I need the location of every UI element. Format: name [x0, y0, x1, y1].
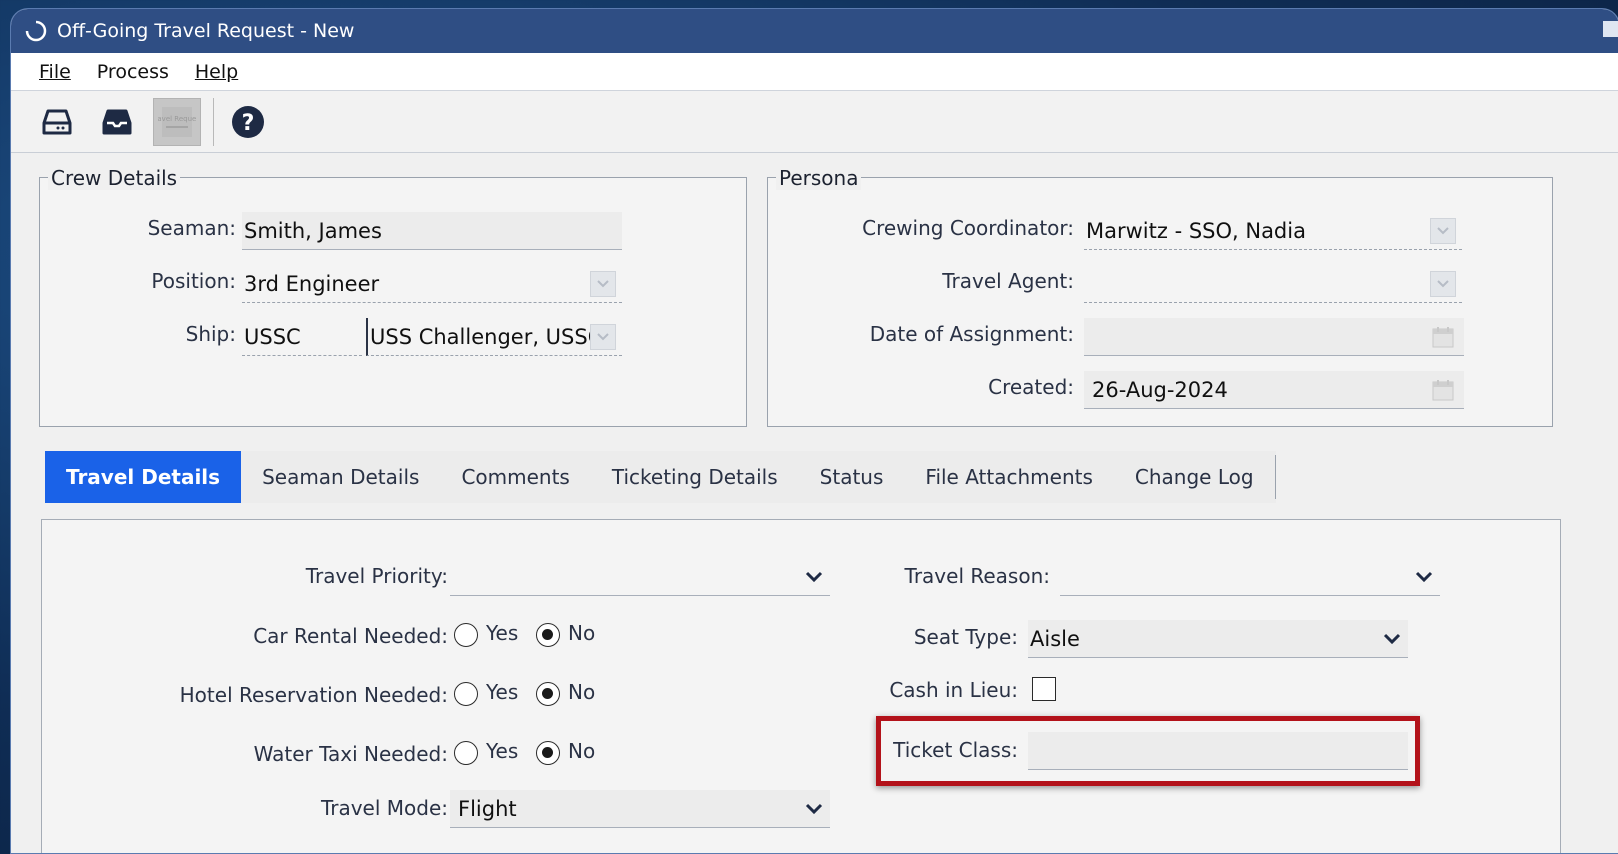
calendar-icon[interactable] [1430, 377, 1456, 403]
water-taxi-yes-radio[interactable] [454, 741, 478, 765]
created-label: Created: [988, 375, 1074, 399]
crewing-coordinator-value: Marwitz - SSO, Nadia [1086, 218, 1306, 243]
tab-travel-details[interactable]: Travel Details [45, 451, 242, 503]
title-bar: Off-Going Travel Request - New [11, 9, 1618, 53]
cash-in-lieu-checkbox[interactable] [1032, 677, 1056, 701]
travel-agent-label: Travel Agent: [942, 269, 1074, 293]
menu-help[interactable]: Help [195, 61, 238, 83]
travel-mode-select[interactable]: Flight [450, 790, 830, 828]
tab-bar-end-divider [1274, 455, 1276, 499]
svg-text:?: ? [242, 111, 255, 136]
date-of-assignment-label: Date of Assignment: [869, 322, 1074, 346]
travel-priority-select[interactable] [450, 558, 830, 596]
save-button[interactable] [33, 98, 81, 146]
travel-mode-value: Flight [458, 796, 517, 821]
hotel-no-radio[interactable] [536, 682, 560, 706]
crewing-coordinator-label: Crewing Coordinator: [862, 216, 1074, 240]
menu-file-label: File [39, 60, 71, 83]
car-rental-yes-radio[interactable] [454, 623, 478, 647]
travel-agent-select[interactable] [1084, 265, 1462, 303]
chevron-down-icon [590, 324, 616, 350]
position-value: 3rd Engineer [244, 271, 380, 296]
car-rental-no-radio[interactable] [536, 623, 560, 647]
travel-reason-select[interactable] [1060, 558, 1440, 596]
car-rental-yes-label: Yes [486, 621, 519, 645]
hotel-reservation-label: Hotel Reservation Needed: [179, 683, 448, 707]
inbox-button[interactable] [93, 98, 141, 146]
date-of-assignment-field[interactable] [1084, 318, 1464, 356]
calendar-icon[interactable] [1430, 324, 1456, 350]
travel-details-panel: Travel Priority: Car Rental Needed: Yes … [41, 519, 1561, 853]
menu-help-label: Help [194, 60, 239, 83]
window-restore-icon[interactable] [1599, 17, 1618, 43]
chevron-down-icon [1415, 571, 1433, 583]
ship-name-select[interactable]: USS Challenger, USSC [366, 318, 622, 356]
ship-name-value: USS Challenger, USSC [370, 324, 603, 349]
toolbar: Travel Request ? [11, 91, 1618, 153]
ship-code-value: USSC [244, 324, 301, 349]
hotel-yes-label: Yes [486, 680, 519, 704]
created-value: 26-Aug-2024 [1092, 377, 1228, 402]
chevron-down-icon [805, 571, 823, 583]
tab-ticketing-details[interactable]: Ticketing Details [591, 451, 799, 503]
chevron-down-icon [1430, 218, 1456, 244]
ship-code-field[interactable]: USSC [242, 318, 362, 356]
help-icon: ? [232, 105, 264, 138]
tab-comments[interactable]: Comments [440, 451, 590, 503]
crew-details-legend: Crew Details [48, 166, 181, 190]
help-button[interactable]: ? [224, 98, 272, 146]
seaman-field[interactable]: Smith, James [242, 212, 622, 250]
toolbar-separator [213, 97, 214, 146]
inbox-icon [102, 109, 132, 134]
drive-icon [42, 109, 72, 134]
tab-bar: Travel Details Seaman Details Comments T… [45, 451, 1276, 503]
travel-request-window: Off-Going Travel Request - New File Proc… [10, 8, 1618, 854]
chevron-down-icon [1430, 271, 1456, 297]
travel-priority-label: Travel Priority: [305, 564, 448, 588]
car-rental-no-label: No [568, 621, 596, 645]
seat-type-value: Aisle [1030, 626, 1080, 651]
travel-reason-label: Travel Reason: [904, 564, 1050, 588]
app-icon [25, 20, 47, 42]
chevron-down-icon [590, 271, 616, 297]
ticket-class-highlight [876, 716, 1420, 786]
menu-file[interactable]: File [39, 61, 71, 83]
travel-request-icon: Travel Request [158, 106, 196, 137]
car-rental-label: Car Rental Needed: [253, 624, 448, 648]
chevron-down-icon [1383, 633, 1401, 645]
position-select[interactable]: 3rd Engineer [242, 265, 622, 303]
crewing-coordinator-select[interactable]: Marwitz - SSO, Nadia [1084, 212, 1462, 250]
water-taxi-no-radio[interactable] [536, 741, 560, 765]
seat-type-label: Seat Type: [913, 625, 1018, 649]
seaman-value: Smith, James [244, 218, 382, 243]
persona-group: Persona Crewing Coordinator: Marwitz - S… [767, 166, 1553, 427]
tab-file-attachments[interactable]: File Attachments [904, 451, 1114, 503]
travel-request-text: Travel Request [158, 115, 196, 123]
water-taxi-label: Water Taxi Needed: [253, 742, 448, 766]
cash-in-lieu-label: Cash in Lieu: [889, 678, 1018, 702]
created-field[interactable]: 26-Aug-2024 [1084, 371, 1464, 409]
tab-seaman-details[interactable]: Seaman Details [241, 451, 440, 503]
persona-legend: Persona [776, 166, 862, 190]
window-title: Off-Going Travel Request - New [57, 20, 355, 42]
tab-status[interactable]: Status [799, 451, 905, 503]
position-label: Position: [151, 269, 236, 293]
hotel-yes-radio[interactable] [454, 682, 478, 706]
crew-details-group: Crew Details Seaman: Smith, James Positi… [39, 166, 747, 427]
water-taxi-no-label: No [568, 739, 596, 763]
chevron-down-icon [805, 803, 823, 815]
menu-process[interactable]: Process [97, 61, 169, 83]
seat-type-select[interactable]: Aisle [1028, 620, 1408, 658]
ship-label: Ship: [185, 322, 236, 346]
water-taxi-yes-label: Yes [486, 739, 519, 763]
hotel-no-label: No [568, 680, 596, 704]
tab-change-log[interactable]: Change Log [1114, 451, 1275, 503]
seaman-label: Seaman: [147, 216, 236, 240]
travel-mode-label: Travel Mode: [320, 796, 448, 820]
menu-bar: File Process Help [11, 53, 1618, 91]
travel-request-button[interactable]: Travel Request [153, 97, 201, 146]
